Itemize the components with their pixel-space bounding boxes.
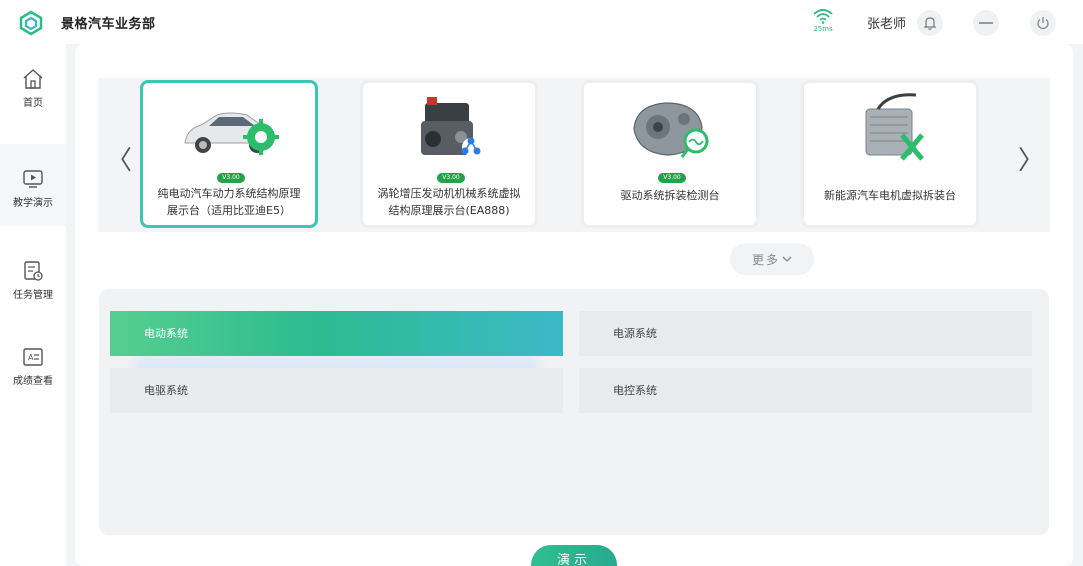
- sidebar: 首页 教学演示 任务管理 A 成绩查看: [0, 44, 66, 566]
- task-icon: [24, 261, 43, 281]
- sidebar-item-label: 成绩查看: [13, 376, 53, 387]
- sidebar-item-task-management[interactable]: 任务管理: [0, 236, 66, 318]
- course-card[interactable]: V3.00 纯电动汽车动力系统结构原理展示台（适用比亚迪E5）: [140, 80, 318, 228]
- notification-button[interactable]: [917, 10, 943, 36]
- sidebar-item-teaching-demo[interactable]: 教学演示: [0, 144, 66, 226]
- score-icon: A: [23, 348, 43, 366]
- version-badge: V3.00: [217, 173, 245, 183]
- home-icon: [23, 69, 43, 89]
- card-title: 纯电动汽车动力系统结构原理展示台（适用比亚迪E5）: [157, 187, 301, 217]
- electric-car-image: [184, 112, 279, 155]
- user-name[interactable]: 张老师: [867, 13, 906, 32]
- svg-text:A: A: [28, 353, 34, 362]
- version-badge: V3.00: [658, 173, 686, 183]
- logo-icon: [19, 10, 43, 36]
- drive-system-image: [633, 102, 709, 158]
- carousel-prev-button[interactable]: 〈: [106, 140, 132, 177]
- wifi-icon: [813, 9, 833, 24]
- course-card[interactable]: V3.00 驱动系统拆装检测台: [581, 80, 759, 228]
- play-screen-icon: [23, 170, 43, 188]
- version-badge: V3.00: [437, 173, 465, 183]
- card-title: 新能源汽车电机虚拟拆装台: [824, 189, 956, 202]
- more-icon: [979, 22, 993, 24]
- app-title: 景格汽车业务部: [61, 17, 156, 32]
- chevron-down-icon: [782, 256, 792, 262]
- system-item-electric-control[interactable]: 电控系统: [579, 368, 1032, 413]
- system-item-electric-drive[interactable]: 电驱系统: [110, 368, 563, 413]
- sidebar-item-home[interactable]: 首页: [0, 44, 66, 126]
- network-status: 25ms: [810, 8, 836, 38]
- more-label: 更多: [751, 252, 780, 267]
- card-title: 涡轮增压发动机机械系统虚拟结构原理展示台(EA888): [377, 187, 521, 217]
- motor-image: [865, 93, 924, 161]
- more-button[interactable]: [973, 10, 999, 36]
- latency-text: 25ms: [813, 25, 833, 33]
- course-card[interactable]: V3.00 涡轮增压发动机机械系统虚拟结构原理展示台(EA888): [360, 80, 538, 228]
- sidebar-item-label: 任务管理: [13, 290, 53, 301]
- carousel-next-button[interactable]: 〉: [1018, 140, 1044, 177]
- sidebar-item-label: 首页: [23, 98, 43, 109]
- top-header: 景格汽车业务部 25ms 张老师: [0, 0, 1083, 44]
- course-card[interactable]: 新能源汽车电机虚拟拆装台: [801, 80, 979, 228]
- bell-icon: [923, 17, 937, 30]
- card-title: 驱动系统拆装检测台: [620, 189, 720, 202]
- demo-button[interactable]: 演示: [531, 545, 617, 566]
- power-button[interactable]: [1030, 10, 1056, 36]
- sidebar-item-label: 教学演示: [13, 198, 53, 209]
- sidebar-item-score-view[interactable]: A 成绩查看: [0, 322, 66, 404]
- engine-image: [421, 97, 481, 156]
- system-item-electric[interactable]: 电动系统: [110, 311, 563, 356]
- system-item-power-supply[interactable]: 电源系统: [579, 311, 1032, 356]
- power-icon: [1037, 17, 1049, 30]
- more-button[interactable]: 更多: [730, 243, 814, 275]
